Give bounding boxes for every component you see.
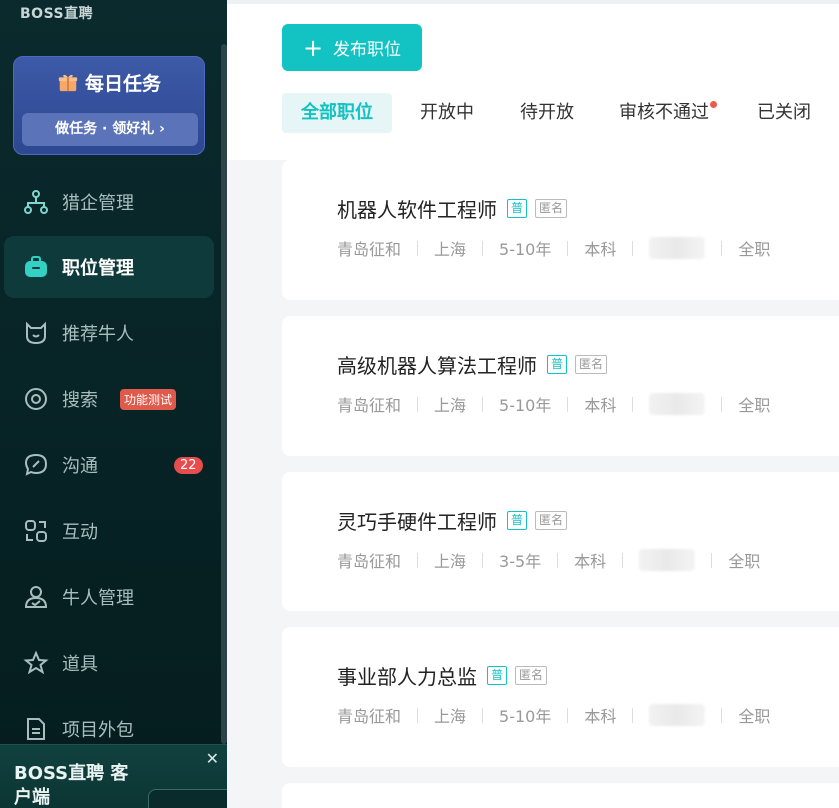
job-meta: 青岛征和 上海 5-10年 本科 全职 xyxy=(337,703,770,727)
client-promo-title: BOSS直聘 客户端 xyxy=(14,763,129,808)
job-title: 事业部人力总监 普 匿名 xyxy=(337,661,548,690)
sidebar-item-search[interactable]: 搜索 功能测试 xyxy=(4,368,214,430)
person-icon xyxy=(22,583,50,611)
blurred-salary xyxy=(649,237,706,259)
job-experience: 5-10年 xyxy=(499,240,552,259)
company-name: 青岛征和 xyxy=(337,552,402,571)
interaction-icon xyxy=(22,517,50,545)
job-card[interactable]: 灵巧手硬件工程师 普 匿名 青岛征和 上海 3-5年 本科 全职 xyxy=(282,472,839,611)
star-icon xyxy=(22,649,50,677)
anonymous-tag: 匿名 xyxy=(515,666,548,685)
sidebar-item-label: 职位管理 xyxy=(62,258,134,279)
do-task-button[interactable]: 做任务 · 领好礼 › xyxy=(22,113,198,146)
job-title: 机器人软件工程师 普 匿名 xyxy=(337,194,568,223)
sidebar-item-headhunter-management[interactable]: 猎企管理 xyxy=(4,171,214,233)
blurred-salary xyxy=(649,704,706,726)
sidebar-item-chat[interactable]: 沟通 22 xyxy=(4,434,214,496)
close-icon[interactable]: ✕ xyxy=(206,749,219,768)
job-meta: 青岛征和 上海 3-5年 本科 全职 xyxy=(337,548,760,572)
sidebar-item-recommended-talent[interactable]: 推荐牛人 xyxy=(4,302,214,364)
job-meta: 青岛征和 上海 5-10年 本科 全职 xyxy=(337,236,770,260)
search-circle-icon xyxy=(22,385,50,413)
tab-closed[interactable]: 已关闭 xyxy=(757,93,811,133)
job-title: 灵巧手硬件工程师 普 匿名 xyxy=(337,506,568,535)
job-education: 本科 xyxy=(584,707,617,726)
job-experience: 5-10年 xyxy=(499,396,552,415)
general-tag: 普 xyxy=(507,199,528,218)
desktop-client-promo[interactable]: BOSS直聘 客户端 ✕ xyxy=(0,744,227,808)
job-card[interactable] xyxy=(282,783,839,808)
chat-icon xyxy=(22,451,50,479)
sidebar-item-talent-management[interactable]: 牛人管理 xyxy=(4,566,214,628)
job-education: 本科 xyxy=(574,552,607,571)
job-city: 上海 xyxy=(434,396,467,415)
beta-badge: 功能测试 xyxy=(120,388,177,410)
anonymous-tag: 匿名 xyxy=(535,199,568,218)
sidebar-item-label: 推荐牛人 xyxy=(62,324,134,345)
unread-count-badge: 22 xyxy=(174,456,203,474)
job-type: 全职 xyxy=(738,240,771,259)
company-name: 青岛征和 xyxy=(337,396,402,415)
tab-pending[interactable]: 待开放 xyxy=(520,93,574,133)
client-download-button[interactable] xyxy=(148,789,227,808)
sidebar-item-label: 互动 xyxy=(62,522,98,543)
sidebar-item-label: 沟通 xyxy=(62,456,98,477)
job-city: 上海 xyxy=(434,240,467,259)
sidebar: BOSS直聘 每日任务 做任务 · 领好礼 › 猎企管理 职位管理 推荐牛人 搜… xyxy=(0,0,227,808)
sidebar-item-interaction[interactable]: 互动 xyxy=(4,500,214,562)
anonymous-tag: 匿名 xyxy=(575,355,608,374)
job-card[interactable]: 高级机器人算法工程师 普 匿名 青岛征和 上海 5-10年 本科 全职 xyxy=(282,316,839,456)
org-chart-icon xyxy=(22,188,50,216)
plus-icon: + xyxy=(302,33,324,62)
job-card[interactable]: 机器人软件工程师 普 匿名 青岛征和 上海 5-10年 本科 全职 xyxy=(282,160,839,300)
job-education: 本科 xyxy=(584,396,617,415)
job-card[interactable]: 事业部人力总监 普 匿名 青岛征和 上海 5-10年 本科 全职 xyxy=(282,627,839,767)
sidebar-item-job-management[interactable]: 职位管理 xyxy=(4,236,214,298)
daily-task-title: 每日任务 xyxy=(14,69,204,96)
briefcase-icon xyxy=(22,253,50,281)
daily-task-card[interactable]: 每日任务 做任务 · 领好礼 › xyxy=(13,56,205,155)
job-type: 全职 xyxy=(728,552,761,571)
sidebar-item-props[interactable]: 道具 xyxy=(4,632,214,694)
sidebar-item-label: 搜索 xyxy=(62,390,98,411)
notification-dot xyxy=(710,101,717,108)
anonymous-tag: 匿名 xyxy=(535,511,568,530)
general-tag: 普 xyxy=(507,511,528,530)
job-experience: 3-5年 xyxy=(499,552,542,571)
blurred-salary xyxy=(639,549,696,571)
job-header: + 发布职位 全部职位 开放中 待开放 审核不通过 已关闭 xyxy=(227,0,839,160)
cat-face-icon xyxy=(22,319,50,347)
sidebar-item-label: 牛人管理 xyxy=(62,588,134,609)
job-city: 上海 xyxy=(434,552,467,571)
job-experience: 5-10年 xyxy=(499,707,552,726)
general-tag: 普 xyxy=(547,355,568,374)
sidebar-item-label: 道具 xyxy=(62,654,98,675)
brand-logo: BOSS直聘 xyxy=(20,6,94,22)
document-icon xyxy=(22,715,50,743)
sidebar-item-label: 猎企管理 xyxy=(62,193,134,214)
job-education: 本科 xyxy=(584,240,617,259)
tab-all-jobs[interactable]: 全部职位 xyxy=(282,93,392,133)
blurred-salary xyxy=(649,393,706,415)
job-title: 高级机器人算法工程师 普 匿名 xyxy=(337,350,608,379)
publish-job-button[interactable]: + 发布职位 xyxy=(282,24,422,71)
gift-icon xyxy=(58,74,78,92)
tab-open[interactable]: 开放中 xyxy=(420,93,474,133)
job-type: 全职 xyxy=(738,707,771,726)
job-city: 上海 xyxy=(434,707,467,726)
sidebar-item-label: 项目外包 xyxy=(62,720,134,741)
general-tag: 普 xyxy=(487,666,508,685)
company-name: 青岛征和 xyxy=(337,707,402,726)
tab-rejected[interactable]: 审核不通过 xyxy=(619,93,717,133)
job-type: 全职 xyxy=(738,396,771,415)
job-meta: 青岛征和 上海 5-10年 本科 全职 xyxy=(337,392,770,416)
company-name: 青岛征和 xyxy=(337,240,402,259)
